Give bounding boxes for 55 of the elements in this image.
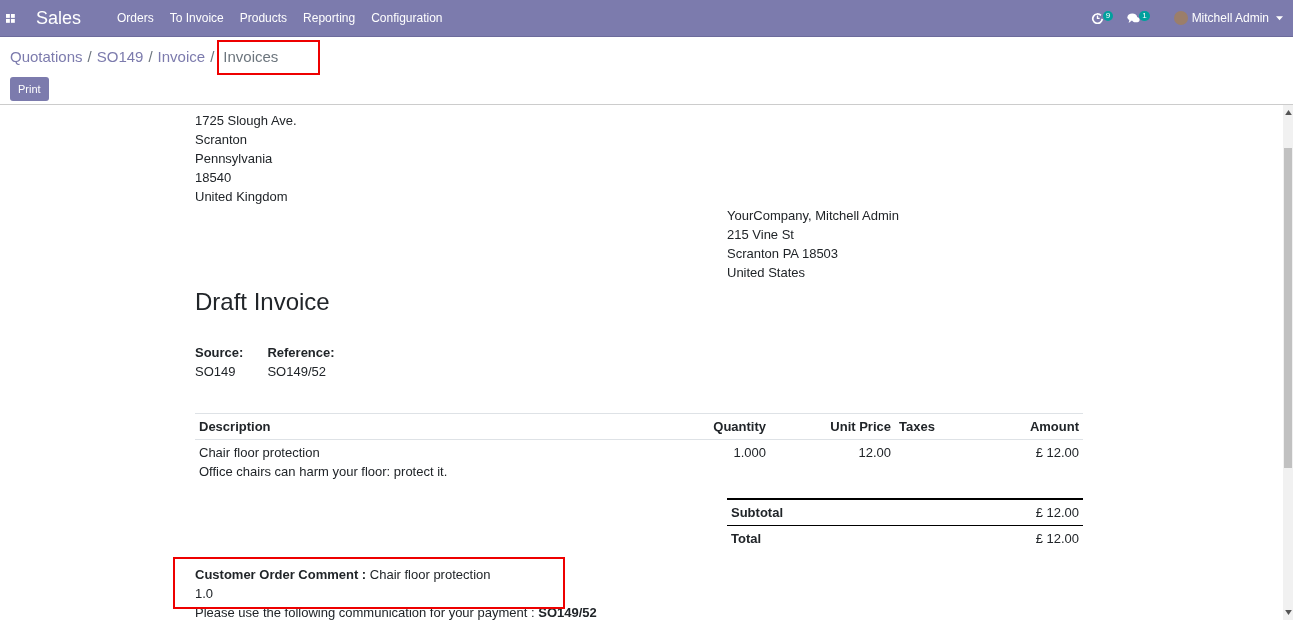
product-note: Office chairs can harm your floor: protect it. xyxy=(199,463,449,481)
breadcrumb-link[interactable]: SO149 xyxy=(96,47,144,65)
breadcrumb-separator: / xyxy=(87,47,92,65)
info-label: Reference: xyxy=(267,344,335,362)
customer-address-line: Scranton PA 18503 xyxy=(727,245,840,263)
scroll-down-icon[interactable] xyxy=(1284,610,1292,615)
company-address-line: Pennsylvania xyxy=(195,150,274,168)
breadcrumb-link[interactable]: Quotations xyxy=(10,47,83,65)
menu-item[interactable]: Products xyxy=(239,11,288,25)
scrollbar[interactable] xyxy=(1283,105,1293,620)
menu-item[interactable]: Reporting xyxy=(303,11,356,25)
breadcrumb-separator: / xyxy=(148,47,153,65)
company-address-line: 1725 Slough Ave. xyxy=(195,112,298,130)
scrollbar-thumb[interactable] xyxy=(1284,148,1292,468)
activity-count: 9 xyxy=(1102,10,1114,21)
company-address-line: 18540 xyxy=(195,169,233,187)
table-cell: £ 12.00 xyxy=(1035,445,1079,460)
info-label: Source: xyxy=(195,344,244,362)
caret-icon[interactable] xyxy=(1276,15,1283,21)
customer-address-line: YourCompany, Mitchell Admin xyxy=(727,207,900,225)
clock-icon[interactable] xyxy=(1090,12,1104,24)
total-value: £ 12.00 xyxy=(1035,530,1079,548)
menu-item[interactable]: To Invoice xyxy=(169,11,224,25)
company-address-line: United Kingdom xyxy=(195,188,289,206)
column-header: Taxes xyxy=(895,413,985,440)
total-value: £ 12.00 xyxy=(1035,504,1079,522)
column-header: Amount xyxy=(985,413,1083,440)
product-name: Chair floor protection xyxy=(199,444,321,462)
print-button[interactable]: Print xyxy=(10,77,49,101)
order-comment: Customer Order Comment : Chair floor protection xyxy=(195,566,492,584)
column-header: Quantity xyxy=(685,413,770,440)
chat-icon[interactable] xyxy=(1127,12,1141,24)
scroll-up-icon[interactable] xyxy=(1284,110,1292,115)
invoice-title: Draft Invoice xyxy=(195,287,331,317)
info-value: SO149/52 xyxy=(267,363,327,381)
total-label: Total xyxy=(731,530,762,548)
customer-address-line: United States xyxy=(727,264,807,282)
total-label: Subtotal xyxy=(731,504,783,522)
order-comment-value: 1.0 xyxy=(195,585,215,603)
breadcrumb-link[interactable]: Invoices xyxy=(219,41,319,73)
menu-item[interactable]: Orders xyxy=(117,11,154,25)
apps-grid-icon[interactable] xyxy=(6,13,15,23)
table-cell: 1.000 xyxy=(733,445,766,460)
breadcrumb-separator: / xyxy=(210,47,215,65)
company-address-line: Scranton xyxy=(195,131,249,149)
user-name[interactable]: Mitchell Admin xyxy=(1191,11,1269,25)
column-header: Unit Price xyxy=(770,413,895,440)
info-value: SO149 xyxy=(195,363,237,381)
table-cell: 12.00 xyxy=(858,445,891,460)
app-name[interactable]: Sales xyxy=(36,7,82,29)
menu-item[interactable]: Configuration xyxy=(371,11,443,25)
customer-address-line: 215 Vine St xyxy=(727,226,795,244)
column-header: Description xyxy=(195,413,685,440)
message-count: 1 xyxy=(1139,10,1150,21)
breadcrumb-link[interactable]: Invoice xyxy=(157,47,206,65)
